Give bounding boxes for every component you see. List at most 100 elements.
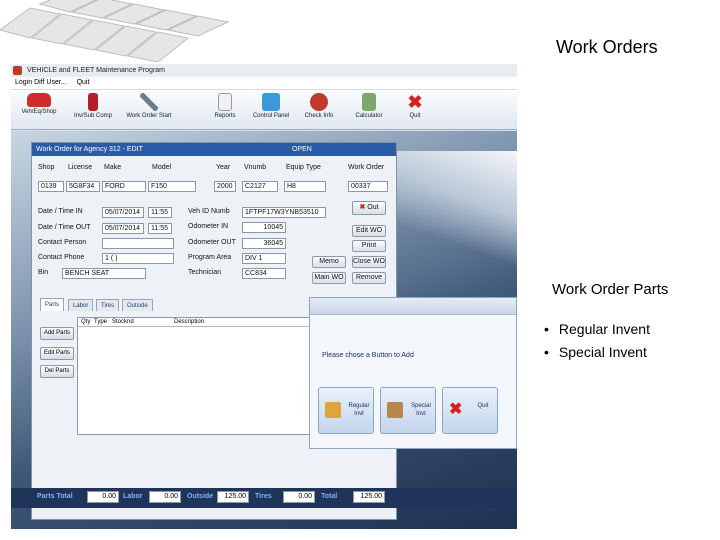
toolbar-check-info-button[interactable]: Check Info: [293, 93, 345, 129]
out-button[interactable]: ✖ Out: [352, 201, 386, 215]
form-title-bar: Work Order for Agency 312 - EDIT OPEN: [32, 143, 396, 156]
header-equip-type: Equip Type: [286, 164, 321, 171]
dialog-message: Please chose a Button to Add: [322, 352, 414, 359]
main-wo-button[interactable]: Main WO: [312, 272, 346, 284]
label-date-time-in: Date / Time IN: [38, 208, 83, 215]
del-parts-button[interactable]: Del Parts: [40, 365, 74, 378]
bullet-special-invent: Special Invent: [544, 340, 650, 363]
label-contact-phone: Contact Phone: [38, 254, 85, 261]
header-shop: Shop: [38, 164, 55, 171]
fuel-pump-icon: [88, 93, 98, 111]
edit-wo-button[interactable]: Edit WO: [352, 225, 386, 237]
contact-phone-field[interactable]: 1 ( ): [102, 253, 174, 264]
app-title-bar: VEHICLE and FLEET Maintenance Program: [11, 64, 517, 77]
license-field[interactable]: 5G8F34: [66, 181, 100, 192]
parts-bullet-list: Regular Invent Special Invent: [544, 317, 650, 363]
time-out-field[interactable]: 11:55: [148, 223, 172, 234]
slide-title: Work Orders: [556, 37, 658, 57]
parts-total-label: Parts Total: [37, 493, 73, 500]
dialog-quit-button[interactable]: ✖ Quit: [442, 387, 498, 434]
label-odometer-out: Odometer OUT: [188, 239, 236, 246]
header-make: Make: [104, 164, 122, 171]
box-icon: [325, 402, 341, 418]
package-icon: [387, 402, 403, 418]
label-technician: Technician: [188, 269, 222, 276]
toolbar-quit-button[interactable]: ✖ Quit: [389, 93, 441, 129]
form-status: OPEN: [292, 146, 312, 153]
check-info-icon: [310, 93, 328, 111]
header-license: License: [68, 164, 93, 171]
vnumb-field[interactable]: C2127: [242, 181, 278, 192]
remove-button[interactable]: Remove: [352, 272, 386, 284]
time-in-field[interactable]: 11:55: [148, 207, 172, 218]
toolbar-control-panel-button[interactable]: Control Panel: [245, 93, 297, 129]
labor-total-label: Labor: [123, 493, 143, 500]
cars-graphic: [0, 0, 230, 62]
year-field[interactable]: 2000: [214, 181, 236, 192]
contact-person-field[interactable]: [102, 238, 174, 249]
snow-peaks: [391, 151, 517, 271]
grid-header-description: Description: [174, 319, 205, 325]
label-bin: Bin: [38, 269, 49, 276]
work-order-field[interactable]: 00337: [348, 181, 388, 192]
header-year: Year: [216, 164, 231, 171]
toolbar-reports-button[interactable]: Reports: [199, 93, 251, 129]
control-panel-icon: [262, 93, 280, 111]
menu-quit[interactable]: Quit: [77, 79, 90, 86]
labor-total-field: 0.00: [149, 491, 181, 503]
outside-total-label: Outside: [187, 493, 214, 500]
parts-grid: Qty Type Stocknd Description: [77, 317, 327, 435]
report-icon: [218, 93, 232, 111]
bin-field[interactable]: BENCH SEAT: [62, 268, 146, 279]
tires-total-field: 0.00: [283, 491, 315, 503]
header-vnumb: Vnumb: [244, 164, 267, 171]
calculator-icon: [362, 93, 376, 111]
label-date-time-out: Date / Time OUT: [38, 224, 91, 231]
grid-header-stocknd: Stocknd: [112, 319, 134, 325]
toolbar-veh-eq-shop-button[interactable]: Veh/Eq/Shop: [13, 93, 65, 129]
regular-invt-button[interactable]: Regular Invt: [318, 387, 374, 434]
close-x-icon: ✖: [449, 401, 463, 418]
toolbar-calculator-button[interactable]: Calculator: [343, 93, 395, 129]
memo-button[interactable]: Memo: [312, 256, 346, 268]
date-out-field[interactable]: 05/07/2014: [102, 223, 144, 234]
label-program-area: Program Area: [188, 254, 232, 261]
totals-bar: Parts Total 0.00 Labor 0.00 Outside 125.…: [11, 488, 517, 508]
toolbar-inv-sub-comp-button[interactable]: Inv/Sub Comp: [67, 93, 119, 129]
grid-header-qty: Qty: [81, 319, 91, 325]
app-logo-icon: [13, 66, 22, 75]
equip-type-field[interactable]: H8: [284, 181, 326, 192]
technician-field[interactable]: CC834: [242, 268, 286, 279]
tools-icon: [140, 93, 158, 111]
tab-parts[interactable]: Parts: [40, 298, 65, 311]
app-window: VEHICLE and FLEET Maintenance Program Lo…: [11, 64, 517, 529]
grid-header-type: Type: [94, 319, 108, 325]
tab-outside[interactable]: Outside: [122, 299, 153, 311]
menu-login-diff-user[interactable]: Login Diff User...: [15, 79, 67, 86]
toolbar: Veh/Eq/Shop Inv/Sub Comp Work Order Star…: [11, 90, 517, 130]
parts-total-field: 0.00: [87, 491, 119, 503]
shop-field[interactable]: 0139: [38, 181, 64, 192]
veh-id-field[interactable]: 1FTPF17W3YNB53510: [242, 207, 326, 218]
model-field[interactable]: F150: [148, 181, 196, 192]
add-parts-dialog: Please chose a Button to Add Regular Inv…: [309, 297, 517, 449]
close-x-icon: ✖: [359, 204, 366, 211]
close-wo-button[interactable]: Close WO: [352, 256, 386, 268]
parts-grid-header: Qty Type Stocknd Description: [78, 318, 326, 327]
tires-total-label: Tires: [255, 493, 272, 500]
date-in-field[interactable]: 05/07/2014: [102, 207, 144, 218]
car-icon: [27, 93, 51, 107]
program-area-field[interactable]: DIV 1: [242, 253, 286, 264]
add-parts-button[interactable]: Add Parts: [40, 327, 74, 340]
odometer-in-field[interactable]: 10045: [242, 222, 286, 233]
edit-parts-button[interactable]: Edit Parts: [40, 347, 74, 360]
odometer-out-field[interactable]: 36045: [242, 238, 286, 249]
print-button[interactable]: Print: [352, 240, 386, 252]
tab-labor[interactable]: Labor: [68, 299, 94, 311]
tab-tires[interactable]: Tires: [96, 299, 120, 311]
make-field[interactable]: FORD: [102, 181, 146, 192]
outside-total-field: 125.00: [217, 491, 249, 503]
special-invt-button[interactable]: Special Invt: [380, 387, 436, 434]
grand-total-label: Total: [321, 493, 338, 500]
toolbar-work-order-start-button[interactable]: Work Order Start: [123, 93, 175, 129]
